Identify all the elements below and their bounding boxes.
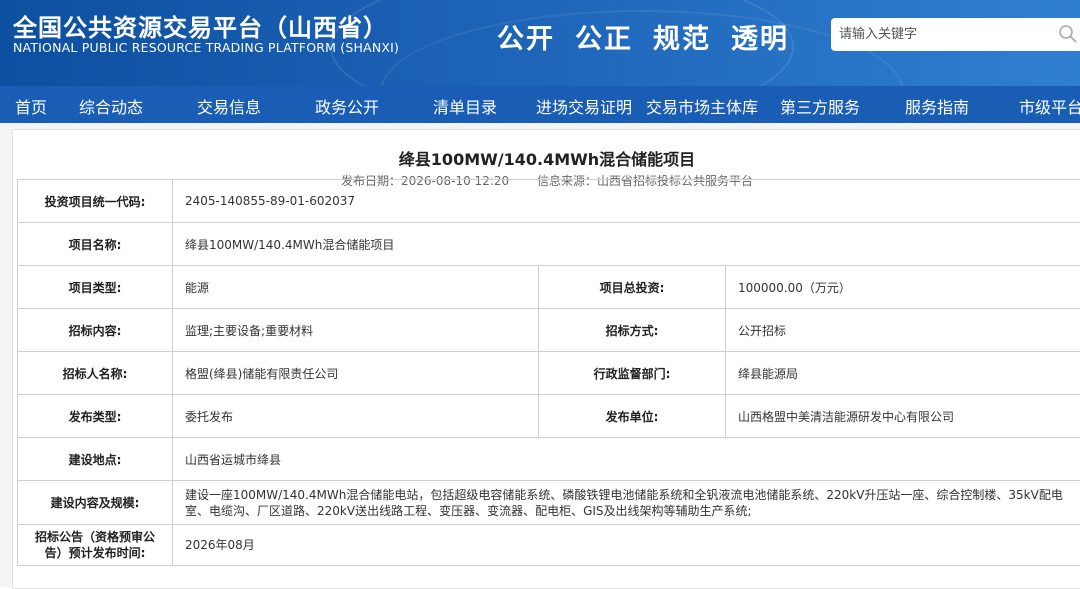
slogan-word: 透明 bbox=[731, 17, 789, 56]
field-label: 招标人名称: bbox=[18, 352, 173, 395]
field-value: 建设一座100MW/140.4MWh混合储能电站，包括超级电容储能系统、磷酸铁锂… bbox=[173, 481, 1080, 525]
search-input[interactable] bbox=[831, 18, 1051, 51]
main-nav: 首页 综合动态 交易信息 政务公开 清单目录 进场交易证明 交易市场主体库 第三… bbox=[0, 86, 1080, 123]
field-value: 山西格盟中美清洁能源研发中心有限公司 bbox=[726, 395, 1080, 438]
table-row: 项目类型: 能源 项目总投资: 100000.00（万元） bbox=[18, 266, 1080, 309]
table-row: 招标公告（资格预审公告）预计发布时间: 2026年08月 bbox=[18, 525, 1080, 566]
site-header: 全国公共资源交易平台（山西省） NATIONAL PUBLIC RESOURCE… bbox=[0, 0, 1080, 86]
nav-item-third-party[interactable]: 第三方服务 bbox=[780, 94, 860, 118]
slogan-word: 公正 bbox=[575, 17, 633, 56]
table-row: 建设内容及规模: 建设一座100MW/140.4MWh混合储能电站，包括超级电容… bbox=[18, 481, 1080, 525]
field-label: 发布类型: bbox=[18, 395, 173, 438]
field-value: 山西省运城市绛县 bbox=[173, 438, 1080, 481]
nav-item-government[interactable]: 政务公开 bbox=[315, 94, 379, 118]
nav-item-guide[interactable]: 服务指南 bbox=[905, 94, 969, 118]
table-row: 招标人名称: 格盟(绛县)储能有限责任公司 行政监督部门: 绛县能源局 bbox=[18, 352, 1080, 395]
nav-item-city-platform[interactable]: 市级平台 bbox=[1019, 94, 1080, 118]
search-box bbox=[831, 18, 1080, 51]
field-label: 招标方式: bbox=[539, 309, 726, 352]
project-detail-table: 投资项目统一代码: 2405-140855-89-01-602037 项目名称:… bbox=[17, 179, 1080, 566]
table-row: 发布类型: 委托发布 发布单位: 山西格盟中美清洁能源研发中心有限公司 bbox=[18, 395, 1080, 438]
field-value: 绛县能源局 bbox=[726, 352, 1080, 395]
field-value: 2026年08月 bbox=[173, 525, 1080, 566]
field-label: 招标内容: bbox=[18, 309, 173, 352]
site-subtitle: NATIONAL PUBLIC RESOURCE TRADING PLATFOR… bbox=[13, 40, 399, 55]
slogan: 公开 公正 规范 透明 bbox=[497, 17, 789, 56]
site-title[interactable]: 全国公共资源交易平台（山西省） bbox=[13, 8, 388, 43]
nav-item-catalog[interactable]: 清单目录 bbox=[433, 94, 497, 118]
field-label: 建设内容及规模: bbox=[18, 481, 173, 525]
field-value: 公开招标 bbox=[726, 309, 1080, 352]
nav-item-certificate[interactable]: 进场交易证明 bbox=[536, 94, 632, 118]
project-title: 绛县100MW/140.4MWh混合储能项目 bbox=[13, 146, 1080, 170]
field-label: 发布单位: bbox=[539, 395, 726, 438]
field-label: 项目总投资: bbox=[539, 266, 726, 309]
field-label: 项目类型: bbox=[18, 266, 173, 309]
table-row: 招标内容: 监理;主要设备;重要材料 招标方式: 公开招标 bbox=[18, 309, 1080, 352]
nav-item-market-entities[interactable]: 交易市场主体库 bbox=[646, 94, 758, 118]
table-row: 投资项目统一代码: 2405-140855-89-01-602037 bbox=[18, 180, 1080, 223]
table-row: 建设地点: 山西省运城市绛县 bbox=[18, 438, 1080, 481]
field-label: 招标公告（资格预审公告）预计发布时间: bbox=[18, 525, 173, 566]
field-value: 绛县100MW/140.4MWh混合储能项目 bbox=[173, 223, 1080, 266]
table-row: 项目名称: 绛县100MW/140.4MWh混合储能项目 bbox=[18, 223, 1080, 266]
nav-item-trading-info[interactable]: 交易信息 bbox=[197, 94, 261, 118]
slogan-word: 规范 bbox=[653, 17, 711, 56]
field-label: 项目名称: bbox=[18, 223, 173, 266]
slogan-word: 公开 bbox=[497, 17, 555, 56]
field-value: 委托发布 bbox=[173, 395, 539, 438]
content-area: 绛县100MW/140.4MWh混合储能项目 发布日期：2026-08-10 1… bbox=[0, 123, 1080, 587]
field-value: 监理;主要设备;重要材料 bbox=[173, 309, 539, 352]
nav-item-news[interactable]: 综合动态 bbox=[79, 94, 143, 118]
field-label: 行政监督部门: bbox=[539, 352, 726, 395]
search-icon[interactable] bbox=[1058, 24, 1078, 44]
field-value: 2405-140855-89-01-602037 bbox=[173, 180, 1080, 223]
field-value: 格盟(绛县)储能有限责任公司 bbox=[173, 352, 539, 395]
nav-item-home[interactable]: 首页 bbox=[15, 94, 47, 118]
field-value: 100000.00（万元） bbox=[726, 266, 1080, 309]
field-value: 能源 bbox=[173, 266, 539, 309]
field-label: 建设地点: bbox=[18, 438, 173, 481]
field-label: 投资项目统一代码: bbox=[18, 180, 173, 223]
